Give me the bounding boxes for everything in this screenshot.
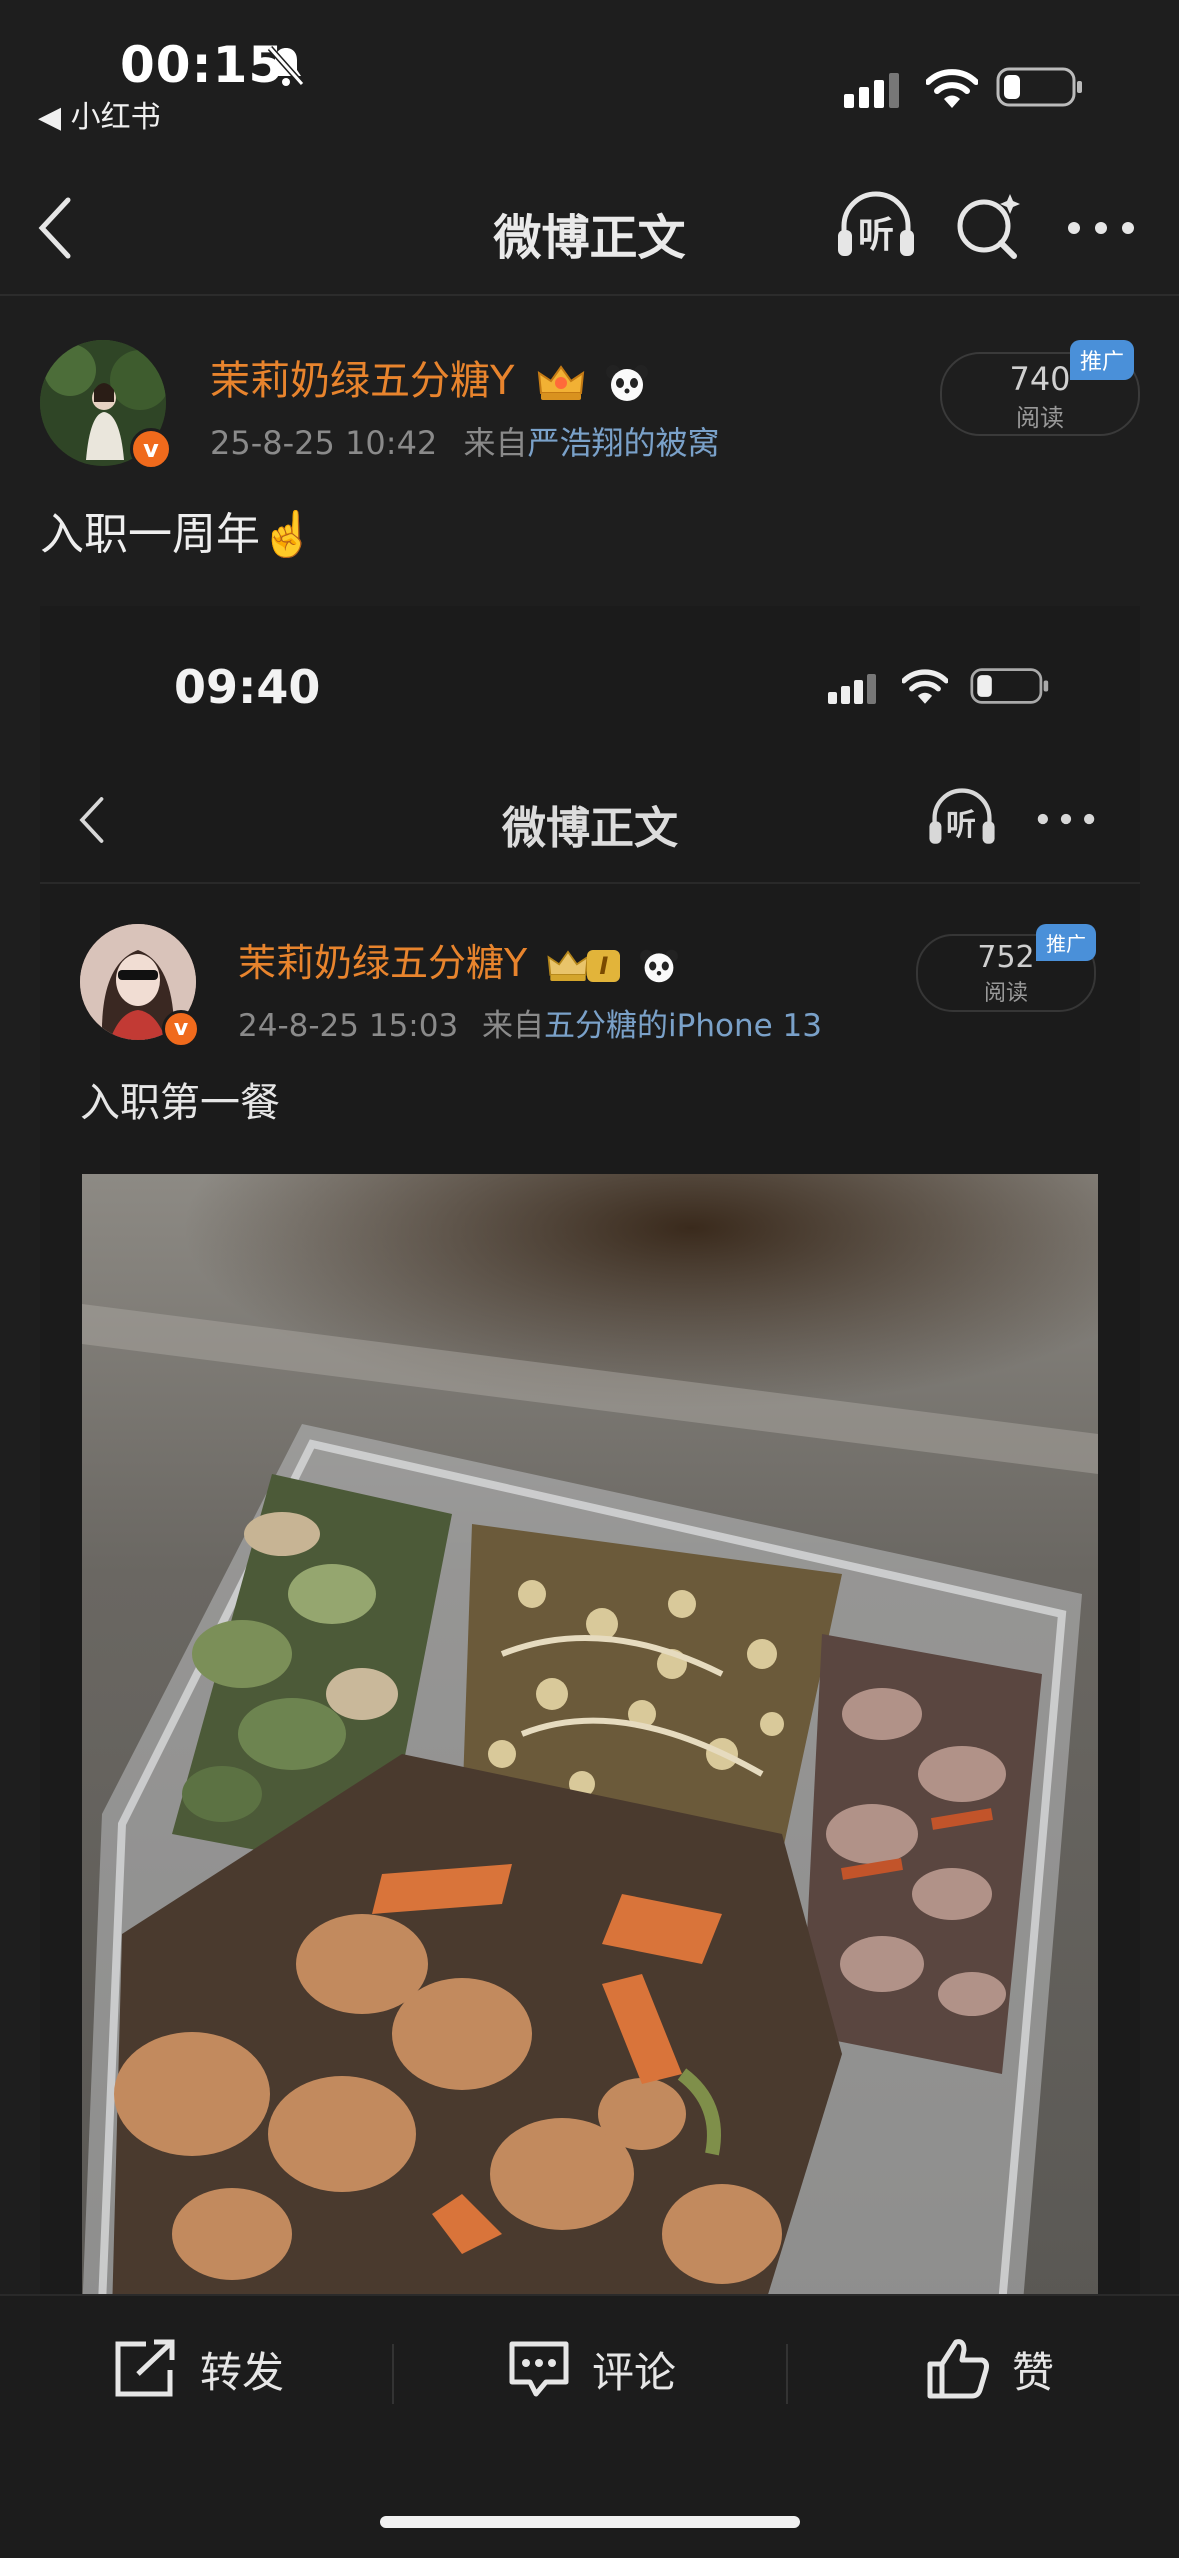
- more-icon[interactable]: [1066, 218, 1136, 238]
- embedded-source-prefix: 来自: [482, 1008, 545, 1044]
- post-image[interactable]: 09:40 微博正文 听 v 茉莉奶绿五分糖Y I 24-8-25 15:03 …: [40, 606, 1140, 2306]
- embedded-crown-icon: [547, 949, 589, 981]
- embedded-status-time: 09:40: [174, 660, 321, 714]
- action-separator: [392, 2344, 394, 2404]
- listen-button[interactable]: 听: [834, 190, 918, 262]
- food-photo: [82, 1174, 1098, 2306]
- source-prefix: 来自: [463, 424, 528, 462]
- status-time: 00:15: [120, 36, 285, 94]
- post-meta: 25-8-25 10:42 来自严浩翔的被窝: [210, 418, 719, 464]
- verified-badge: v: [130, 428, 172, 470]
- repost-label: 转发: [200, 2347, 285, 2397]
- embedded-promo-badge: 推广: [1036, 924, 1096, 961]
- home-indicator[interactable]: [380, 2516, 800, 2528]
- embedded-meta: 24-8-25 15:03 来自五分糖的iPhone 13: [238, 1000, 822, 1045]
- repost-button[interactable]: 转发: [112, 2338, 284, 2400]
- username[interactable]: 茉莉奶绿五分糖Y: [210, 348, 650, 406]
- reads-label: 阅读: [1016, 404, 1064, 432]
- post-text: 入职一周年☝️: [40, 509, 315, 560]
- embedded-username: 茉莉奶绿五分糖Y I: [238, 932, 680, 987]
- cellular-signal-icon: [844, 73, 899, 108]
- embedded-level-badge: I: [587, 949, 621, 982]
- embedded-listen-label: 听: [946, 808, 976, 843]
- embedded-reads-label: 阅读: [983, 981, 1028, 1006]
- thumbs-up-icon: [927, 2339, 989, 2399]
- embedded-battery-icon: [970, 668, 1049, 704]
- mute-bell-icon: [267, 46, 305, 86]
- like-button[interactable]: 赞: [924, 2336, 1054, 2402]
- embedded-wifi-icon: [902, 669, 948, 704]
- promo-badge[interactable]: 推广: [1070, 340, 1135, 380]
- embedded-panda-icon: [640, 949, 679, 982]
- wifi-icon: [926, 69, 978, 108]
- repost-icon: [115, 2339, 175, 2397]
- embedded-post-text: 入职第一餐: [80, 1080, 280, 1126]
- listen-label: 听: [858, 215, 895, 256]
- panda-icon: [605, 365, 648, 401]
- embedded-signal-icon: [828, 674, 876, 704]
- comment-label: 评论: [592, 2347, 677, 2397]
- embedded-source: 五分糖的iPhone 13: [544, 1008, 822, 1044]
- embedded-listen-icon: 听: [926, 786, 998, 850]
- search-icon[interactable]: [952, 190, 1024, 262]
- comment-icon: [509, 2341, 569, 2397]
- comment-button[interactable]: 评论: [506, 2338, 676, 2400]
- embedded-verified-badge: v: [162, 1010, 200, 1048]
- like-label: 赞: [1012, 2347, 1055, 2397]
- post-source-link[interactable]: 严浩翔的被窝: [527, 424, 719, 462]
- username-text: 茉莉奶绿五分糖Y: [210, 358, 515, 404]
- crown-badge-icon: [537, 365, 585, 400]
- action-separator: [786, 2344, 788, 2404]
- embedded-more-icon: [1037, 813, 1095, 825]
- embedded-divider: [40, 882, 1140, 884]
- back-to-app-link[interactable]: ◀ 小红书: [38, 92, 161, 136]
- embedded-username-text: 茉莉奶绿五分糖Y: [238, 941, 528, 985]
- battery-icon: [996, 67, 1082, 107]
- embedded-date: 24-8-25 15:03: [238, 1008, 459, 1044]
- post-date: 25-8-25 10:42: [210, 424, 438, 462]
- nav-divider: [0, 294, 1179, 296]
